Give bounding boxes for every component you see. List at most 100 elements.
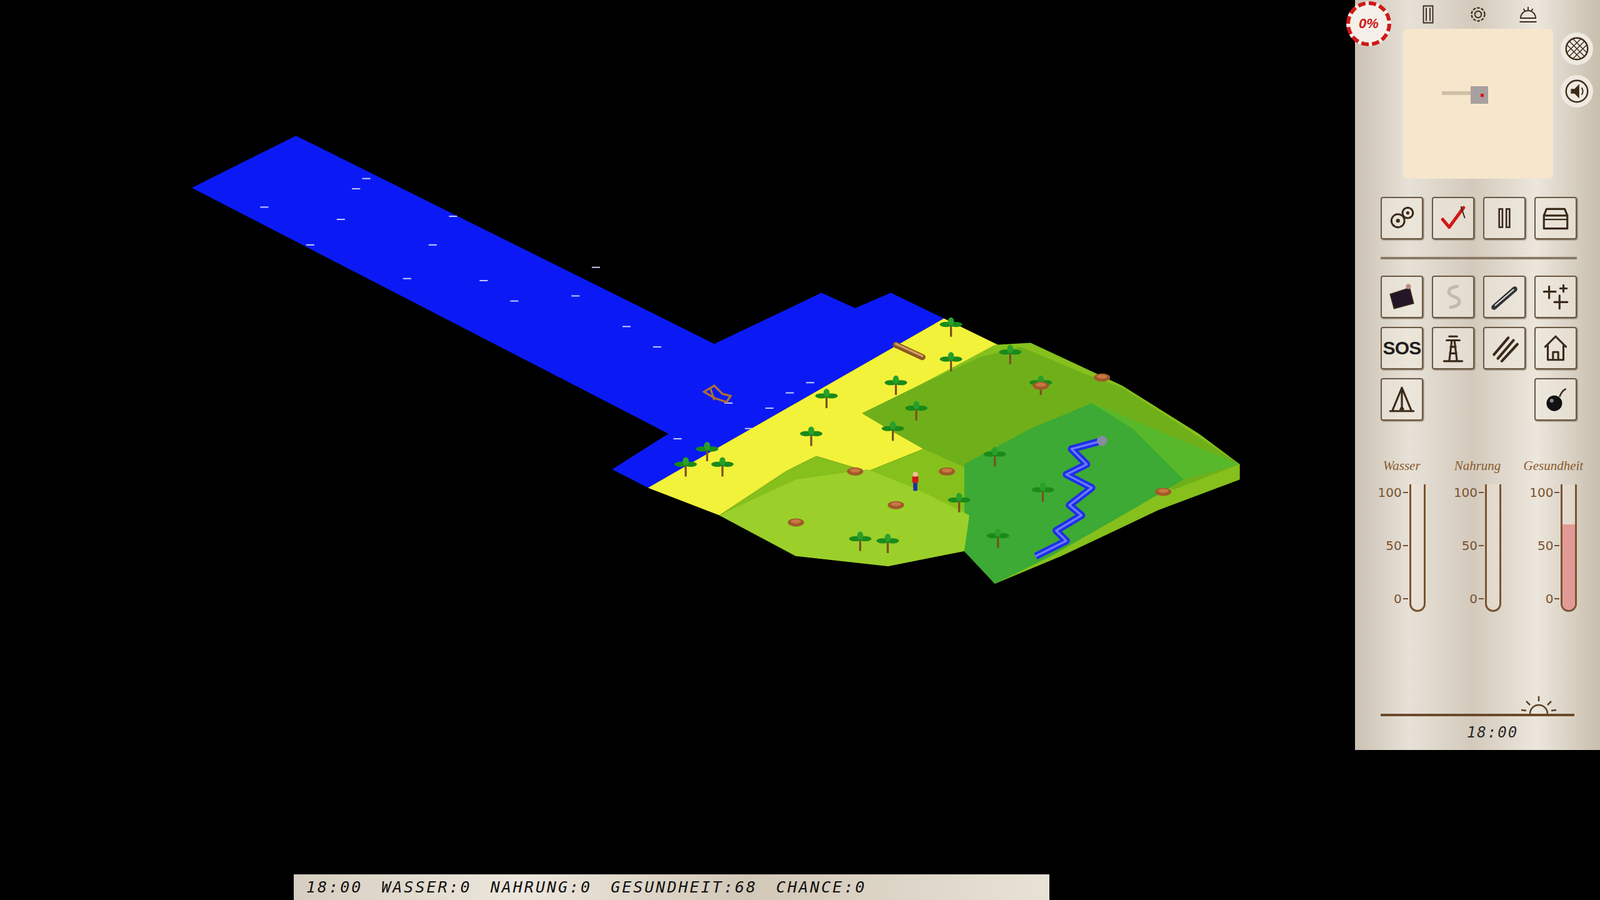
tool-button[interactable]: [1534, 196, 1577, 240]
empty-slot: [1431, 378, 1475, 421]
tool-content: [1540, 332, 1572, 364]
top-button[interactable]: [1415, 1, 1441, 27]
tool-row: [1380, 196, 1577, 240]
gauge-label: Wasser: [1383, 458, 1421, 474]
tool-button[interactable]: [1534, 378, 1577, 421]
planks-icon: [1488, 332, 1520, 364]
tool-content: [1488, 202, 1520, 234]
tool-row: [1380, 378, 1577, 421]
tool-button[interactable]: [1483, 275, 1526, 319]
palm-tree: [905, 401, 928, 421]
round-button[interactable]: [1560, 32, 1594, 65]
tool-content: [1488, 281, 1520, 313]
minimap[interactable]: [1403, 28, 1554, 179]
bush: [938, 467, 955, 476]
door-icon: [1416, 3, 1440, 26]
gauge-tube: [1485, 484, 1502, 612]
clock-text: 18:00: [1466, 721, 1519, 744]
palm-tree: [885, 375, 908, 395]
gauge-tube: [1409, 484, 1426, 612]
wave: [622, 325, 631, 327]
trees: [674, 317, 1172, 554]
shipwreck[interactable]: [704, 385, 731, 402]
castaway[interactable]: [912, 471, 919, 491]
status-item: NAHRUNG:0: [490, 875, 592, 900]
gauge-scale: 100500: [1378, 485, 1409, 606]
bush: [1093, 373, 1110, 382]
tool-button[interactable]: [1534, 275, 1577, 319]
progress-text: 0%: [1358, 16, 1379, 31]
tool-button[interactable]: [1431, 196, 1475, 240]
tool-button[interactable]: [1380, 378, 1424, 421]
wave: [336, 218, 345, 220]
palm-tree: [1031, 482, 1055, 502]
tool-button[interactable]: [1380, 196, 1424, 240]
tool-button[interactable]: [1534, 326, 1577, 370]
palm-tree: [983, 446, 1007, 467]
palm-tree: [848, 531, 872, 552]
sound-icon: [1562, 76, 1592, 106]
palm-tree: [711, 456, 734, 477]
gauge-scale: 100500: [1453, 485, 1484, 606]
wave: [591, 266, 600, 269]
cloth-icon: [1386, 281, 1418, 313]
gauge-tick: 0: [1469, 591, 1478, 606]
progress-badge: 0%: [1346, 1, 1392, 47]
tool-content: [1437, 202, 1469, 234]
wave: [448, 215, 457, 217]
tower-icon: [1437, 332, 1469, 364]
wave: [428, 244, 437, 246]
palm-tree: [695, 441, 719, 462]
player-marker: [1480, 93, 1484, 97]
hut-icon: [1540, 332, 1572, 364]
gauge-tick: 50: [1385, 538, 1402, 553]
wave: [673, 438, 682, 440]
tool-button[interactable]: [1431, 275, 1475, 319]
panel-header: 0%: [1355, 0, 1600, 188]
gauge-tick: 50: [1537, 538, 1554, 553]
net-icon: [1562, 34, 1592, 64]
ridge: [719, 469, 970, 567]
wave: [785, 392, 794, 394]
wave: [306, 244, 315, 246]
tool-label: SOS: [1382, 338, 1421, 358]
tool-content: [1488, 332, 1520, 364]
palm-tree: [800, 426, 823, 446]
ring-icon: [1466, 3, 1490, 26]
wave: [510, 300, 519, 302]
slope: [1091, 403, 1240, 480]
bush: [1032, 381, 1049, 390]
driftwood-log[interactable]: [895, 343, 922, 357]
gauge-tick: 100: [1529, 485, 1554, 500]
top-button[interactable]: [1465, 1, 1491, 27]
round-button[interactable]: [1560, 75, 1594, 108]
bush: [1155, 487, 1172, 496]
status-item: GESUNDHEIT:68: [610, 875, 758, 900]
palm-tree: [948, 493, 971, 513]
bush: [846, 467, 864, 476]
palm-tree: [815, 388, 838, 409]
gauge: Nahrung100500: [1439, 458, 1515, 612]
gauge-tick: 0: [1545, 591, 1554, 606]
tool-button[interactable]: [1483, 326, 1526, 370]
gauge-tick: 50: [1461, 538, 1478, 553]
tool-content: [1437, 332, 1469, 364]
tool-button[interactable]: SOS: [1380, 326, 1424, 370]
tool-button[interactable]: [1431, 326, 1475, 370]
grassland: [719, 343, 1240, 584]
gauge-label: Nahrung: [1454, 458, 1502, 474]
tool-content: [1540, 383, 1572, 415]
day-clock: 18:00: [1355, 695, 1600, 750]
tool-button[interactable]: [1483, 196, 1526, 240]
palm-tree: [986, 528, 1010, 549]
wave: [479, 280, 488, 282]
status-item: CHANCE:0: [776, 875, 867, 900]
game-screen: 0% SOS Wasser100500Nahrung100500Gesundhe…: [0, 0, 1600, 900]
top-button[interactable]: [1515, 1, 1541, 27]
wave: [765, 407, 774, 409]
gauge-scale: 100 50 0: [1529, 485, 1560, 606]
gears-icon: [1386, 202, 1418, 234]
wave: [571, 295, 580, 297]
tool-button[interactable]: [1380, 275, 1424, 319]
gauge-tick: 100: [1378, 485, 1402, 500]
